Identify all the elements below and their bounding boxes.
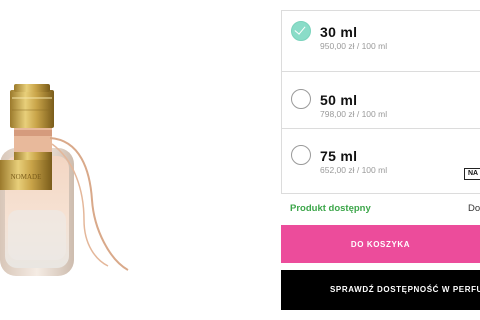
size-radio[interactable] xyxy=(291,89,311,109)
size-label: 50 ml xyxy=(320,92,358,108)
size-options: 30 ml 950,00 zł / 100 ml 50 ml 798,00 zł… xyxy=(281,10,480,194)
product-badge: NA xyxy=(464,168,480,180)
check-in-store-button[interactable]: SPRAWDŹ DOSTĘPNOŚĆ W PERFU xyxy=(281,270,480,310)
size-radio-selected[interactable] xyxy=(291,21,311,41)
unit-price: 950,00 zł / 100 ml xyxy=(320,41,388,51)
size-option-30ml[interactable]: 30 ml 950,00 zł / 100 ml xyxy=(282,11,480,71)
add-to-cart-button[interactable]: DO KOSZYKA xyxy=(281,225,480,263)
size-option-50ml[interactable]: 50 ml 798,00 zł / 100 ml xyxy=(282,71,480,128)
size-label: 75 ml xyxy=(320,148,358,164)
size-option-75ml[interactable]: 75 ml 652,00 zł / 100 ml xyxy=(282,128,480,194)
delivery-info: Do xyxy=(468,203,480,214)
unit-price: 798,00 zł / 100 ml xyxy=(320,109,388,119)
size-radio[interactable] xyxy=(291,145,311,165)
bottle-cap xyxy=(10,90,54,128)
product-image: NOMADE xyxy=(0,84,129,276)
checkmark-icon xyxy=(294,23,306,35)
bottle-label-text: NOMADE xyxy=(11,173,42,181)
unit-price: 652,00 zł / 100 ml xyxy=(320,165,388,175)
availability-status: Produkt dostępny xyxy=(290,203,371,214)
size-label: 30 ml xyxy=(320,24,358,40)
